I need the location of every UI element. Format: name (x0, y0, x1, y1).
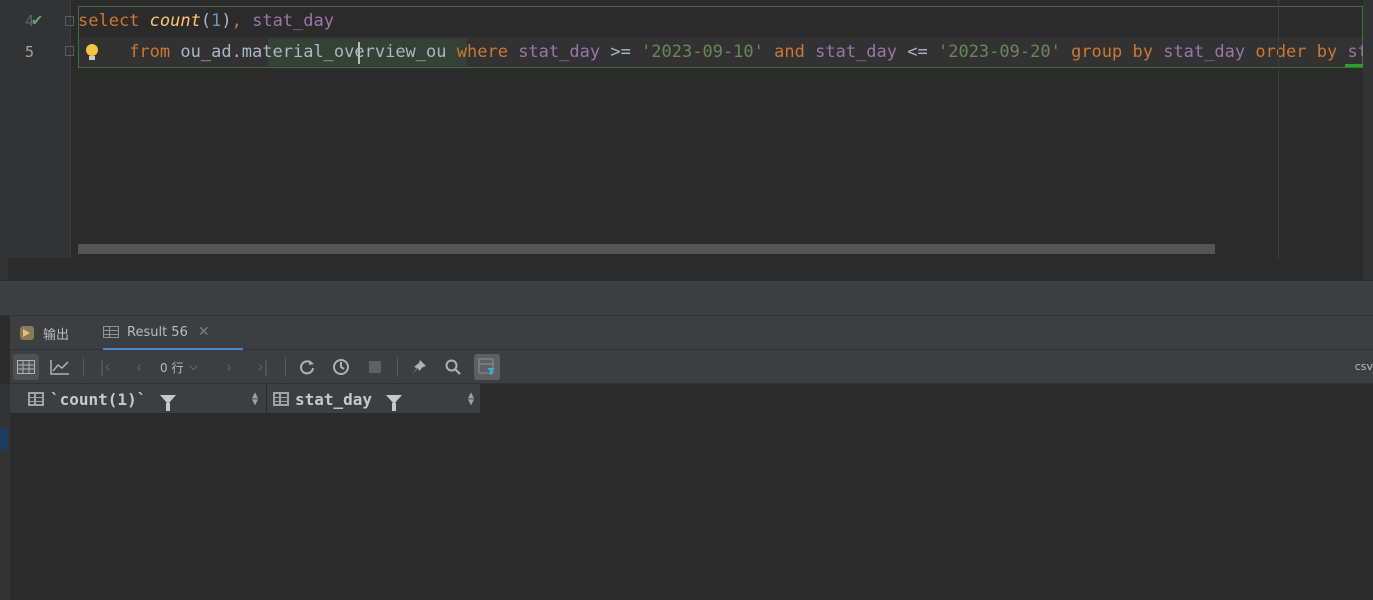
panel-tabbar: 输出 Result 56 ✕ (10, 316, 1373, 350)
column-icon (273, 392, 289, 406)
keyword: group by (1071, 42, 1153, 62)
keyword: select (78, 11, 140, 31)
check-icon: ✔ (32, 10, 43, 30)
tab-output-label: 输出 (43, 327, 70, 343)
editor-left-strip (0, 0, 8, 280)
result-toolbar: |‹ ‹ 0 行 ⌵ › ›| csv (10, 350, 1373, 384)
line-number: 5 (24, 43, 34, 61)
reload-icon[interactable] (294, 354, 320, 380)
editor-vertical-scrollbar[interactable] (1363, 0, 1373, 280)
code-line-5[interactable]: from ou_ad.material_overview_ou where st… (78, 42, 1368, 62)
last-page-icon[interactable]: ›| (250, 354, 276, 380)
column-header[interactable]: stat_day ▲ ▼ (266, 384, 480, 414)
column-header-label: stat_day (295, 389, 373, 409)
stop-icon[interactable] (362, 354, 388, 380)
chart-view-icon[interactable] (47, 354, 73, 380)
grid-header-row: `count(1)` ▲ ▼ stat_day ▲ ▼ (10, 384, 480, 414)
comma: , (231, 11, 253, 31)
tab-result-label: Result 56 (127, 324, 188, 340)
keyword: where (456, 42, 508, 62)
column-name: stat_day (518, 42, 601, 62)
string-literal: '2023-09-10' (641, 42, 764, 62)
filter-toggle-icon[interactable] (474, 354, 500, 380)
sort-icon[interactable]: ▲ ▼ (252, 391, 258, 408)
column-header[interactable]: `count(1)` ▲ ▼ (28, 384, 264, 414)
table-icon (103, 326, 119, 338)
filter-icon[interactable] (160, 394, 177, 411)
pin-icon[interactable] (406, 354, 432, 380)
tab-result[interactable]: Result 56 ✕ (103, 316, 243, 350)
gutter-separator (70, 0, 71, 258)
right-margin-guide (1278, 0, 1279, 258)
history-icon[interactable] (328, 354, 354, 380)
first-page-icon[interactable]: |‹ (92, 354, 118, 380)
function-name: count (149, 11, 201, 31)
operator: >= (610, 42, 631, 62)
operator: <= (907, 42, 928, 62)
next-page-icon[interactable]: › (216, 354, 242, 380)
editor-gutter: 4 5 (8, 0, 70, 258)
column-name: stat_day (252, 11, 334, 31)
keyword: and (774, 42, 805, 62)
column-name: stat_day (1163, 42, 1246, 62)
rows-count-dropdown[interactable]: 0 行 ⌵ (160, 354, 198, 380)
editor-horizontal-scrollbar[interactable] (78, 244, 1215, 254)
filter-icon[interactable] (386, 394, 403, 411)
text-caret (358, 42, 360, 64)
result-grid[interactable] (10, 384, 1373, 600)
paren: ) (221, 11, 232, 31)
column-icon (28, 392, 44, 406)
chevron-down-icon: ⌵ (189, 360, 198, 373)
close-icon[interactable]: ✕ (198, 324, 210, 340)
string-literal: '2023-09-20' (937, 42, 1061, 62)
prev-page-icon[interactable]: ‹ (126, 354, 152, 380)
code-line-4[interactable]: select count(1), stat_day (78, 11, 334, 31)
row-marker (0, 428, 8, 450)
inspection-marker (1345, 64, 1363, 67)
fold-marker-icon[interactable] (65, 46, 74, 56)
panel-splitter[interactable] (0, 280, 1373, 316)
keyword: order by (1255, 42, 1338, 62)
output-icon (20, 326, 34, 340)
rows-count-label: 0 行 (160, 360, 184, 375)
row-gutter (0, 384, 10, 600)
table-name: ou_ad.material_overview_ou (180, 42, 447, 62)
keyword: from (129, 42, 171, 62)
fold-marker-icon[interactable] (65, 16, 74, 26)
paren: ( (200, 11, 212, 31)
export-format-label[interactable]: csv (1355, 360, 1373, 373)
tab-output[interactable]: 输出 (20, 316, 95, 350)
number-literal: 1 (211, 11, 222, 31)
search-icon[interactable] (440, 354, 466, 380)
column-header-label: `count(1)` (50, 389, 147, 409)
sort-icon[interactable]: ▲ ▼ (468, 391, 474, 408)
column-name: stat_day (815, 42, 897, 62)
table-view-icon[interactable] (13, 354, 39, 380)
